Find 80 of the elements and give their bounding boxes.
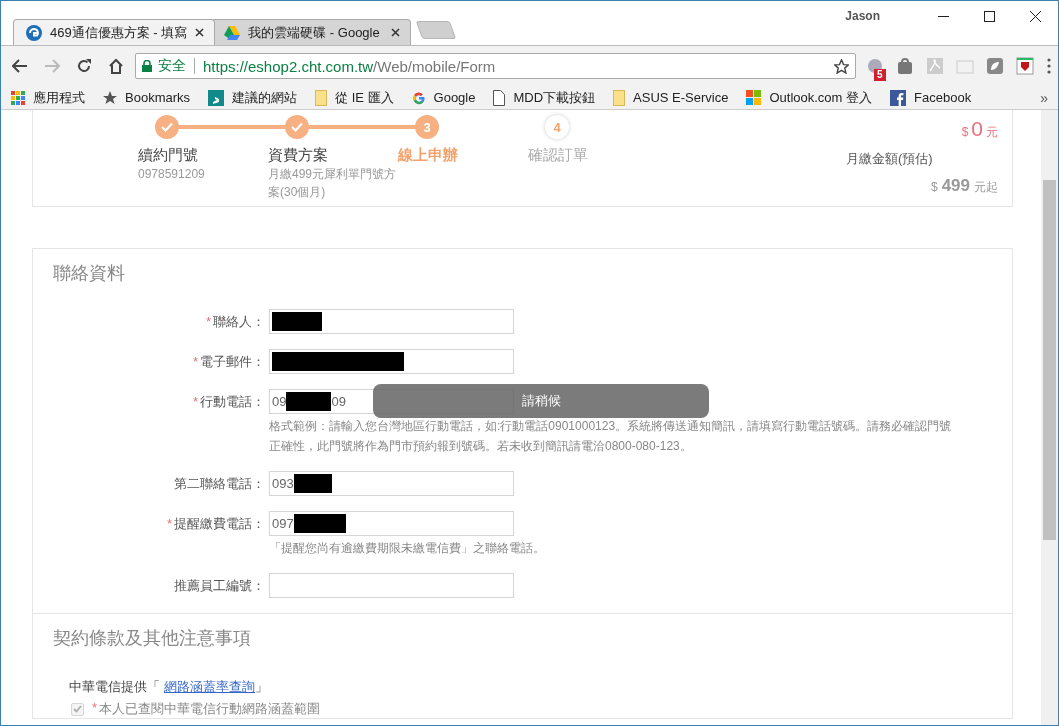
bookmark-item[interactable]: Bookmarks <box>125 90 191 105</box>
windows-logo-icon <box>746 90 762 105</box>
browser-tab[interactable]: 469通信優惠方案 - 填寫 <box>13 19 216 45</box>
step-title: 確認訂單 <box>528 146 589 165</box>
monthly-fee-label: 月繳金額(預估) <box>846 150 933 168</box>
field-label: 第二聯絡電話： <box>174 474 265 493</box>
profile-name[interactable]: Jason <box>845 9 880 23</box>
bookmark-item[interactable]: 從 IE 匯入 <box>335 88 394 107</box>
step-title: 續約門號 <box>138 146 199 165</box>
step-title: 線上申辦 <box>398 146 459 165</box>
input-value: 09 <box>331 394 346 409</box>
required-mark: * <box>192 394 198 409</box>
bookmark-item[interactable]: Google <box>433 90 476 105</box>
input-field[interactable]: 097 <box>269 511 514 536</box>
coverage-text: 中華電信提供「 網路涵蓋率查詢」 <box>68 678 269 696</box>
page-icon <box>493 89 506 106</box>
shield-icon[interactable] <box>1016 57 1034 75</box>
field-label: 聯絡人： <box>213 312 265 331</box>
bookmark-item[interactable]: ASUS E-Service <box>633 90 729 105</box>
required-mark: * <box>92 700 98 717</box>
folder-icon <box>613 89 626 106</box>
star-icon <box>103 90 117 105</box>
scrollbar[interactable] <box>1041 110 1058 725</box>
input-field[interactable] <box>269 349 514 374</box>
close-icon[interactable] <box>1029 10 1041 22</box>
agree-label: 本人已查閱中華電信行動網路涵蓋範圍 <box>99 700 321 718</box>
section-title: 契約條款及其他注意事項 <box>52 627 252 650</box>
drive-icon <box>224 25 241 40</box>
facebook-icon <box>890 89 907 106</box>
reload-icon[interactable] <box>76 58 92 74</box>
secure-label: 安全 <box>158 57 186 75</box>
required-mark: * <box>205 314 211 329</box>
step-subtitle: 0978591209 <box>138 166 206 183</box>
input-value: 093 <box>272 476 294 491</box>
coverage-link[interactable]: 網路涵蓋率查詢 <box>164 679 255 694</box>
bookmark-item[interactable]: 建議的網站 <box>232 88 298 107</box>
required-mark: * <box>166 516 172 531</box>
back-icon[interactable] <box>12 59 28 73</box>
more-bookmarks-button[interactable]: » <box>1040 89 1048 106</box>
lock-icon <box>142 60 152 72</box>
close-tab-icon[interactable] <box>195 28 205 37</box>
field-hint: 「提醒您尚有逾繳費期限未繳電信費」之聯絡電話。 <box>269 540 546 557</box>
bookmark-star-icon[interactable] <box>834 58 849 74</box>
step-subtitle: 月繳499元犀利單門號方案(30個月) <box>268 166 398 201</box>
field-label: 推薦員工編號： <box>174 576 265 595</box>
home-icon[interactable] <box>108 58 124 74</box>
close-tab-icon[interactable] <box>391 28 401 37</box>
folder-icon <box>315 89 328 106</box>
url-text: https://eshop2.cht.com.tw/Web/mobile/Form <box>203 57 496 75</box>
bookmark-item[interactable]: MDD下載按鈕 <box>513 88 596 107</box>
bookmark-item[interactable]: Outlook.com 登入 <box>769 88 873 107</box>
input-value: 09 <box>272 394 287 409</box>
globe-icon <box>26 24 42 41</box>
input-value: 097 <box>272 516 294 531</box>
apps-grid-icon <box>11 90 25 105</box>
required-mark: * <box>192 354 198 369</box>
extension-icon[interactable] <box>986 57 1004 75</box>
bookmark-item[interactable]: Facebook <box>914 90 972 105</box>
shopping-bag-icon[interactable] <box>896 57 914 75</box>
menu-icon[interactable] <box>1046 58 1052 74</box>
total-price: $0 元 <box>961 117 998 141</box>
field-label: 電子郵件： <box>200 352 265 371</box>
address-bar[interactable]: 安全 https://eshop2.cht.com.tw/Web/mobile/Form <box>135 53 856 79</box>
section-title: 聯絡資料 <box>52 262 126 285</box>
monthly-price: $ 499 元起 <box>930 176 998 196</box>
notification-badge: 5 <box>874 69 886 81</box>
input-field[interactable]: 093 <box>269 471 514 496</box>
input-field[interactable] <box>269 573 514 598</box>
field-label: 提醒繳費電話： <box>174 514 265 533</box>
field-hint: 格式範例：請輸入您台灣地區行動電話，如:行動電話0901000123。系統將傳送通知簡訊，請填寫行動電話號碼。請務必確認門號正確性，此門號將作為門市預約報到號碼。若未收到簡訊請電洽0800-080-123。 <box>269 418 953 455</box>
step-number: 3 <box>415 115 439 139</box>
step-title: 資費方案 <box>268 146 329 165</box>
loading-toast: 請稍候 <box>373 384 709 418</box>
input-field[interactable] <box>269 309 514 334</box>
maximize-icon[interactable] <box>983 10 995 22</box>
bookmark-item[interactable]: 應用程式 <box>33 88 85 107</box>
google-icon <box>411 90 426 105</box>
step-number: 4 <box>545 115 569 139</box>
bing-icon <box>208 89 225 106</box>
field-label: 行動電話： <box>200 392 265 411</box>
